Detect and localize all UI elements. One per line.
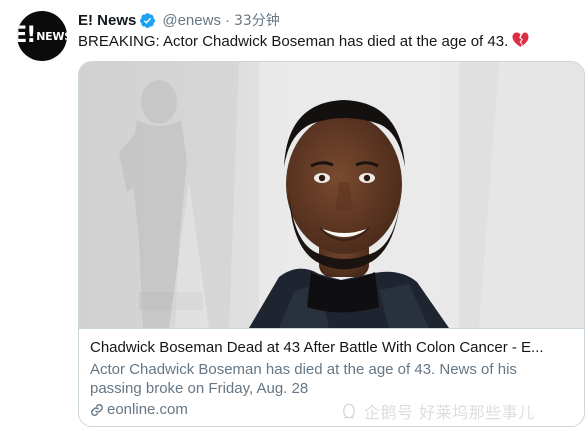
tweet-header: E! News @enews · 33分钟	[78, 10, 280, 30]
tweet-text: BREAKING: Actor Chadwick Boseman has die…	[78, 32, 529, 51]
avatar-logo-top: E!	[17, 23, 36, 48]
broken-heart-icon	[512, 32, 529, 48]
display-name[interactable]: E! News	[78, 12, 136, 29]
tweet-text-body: BREAKING: Actor Chadwick Boseman has die…	[78, 33, 509, 50]
handle[interactable]: @enews	[162, 12, 221, 29]
separator-dot: ·	[224, 11, 230, 29]
verified-badge-icon	[139, 12, 156, 29]
avatar-logo-bottom: NEWS	[36, 29, 67, 43]
timestamp[interactable]: 33分钟	[234, 10, 280, 30]
card-image[interactable]	[79, 62, 584, 328]
card-title[interactable]: Chadwick Boseman Dead at 43 After Battle…	[90, 338, 574, 358]
penguin-logo-icon	[340, 402, 358, 420]
tweet[interactable]: E! NEWS E! News @enews · 33分钟 BREAKING: …	[0, 0, 587, 429]
avatar[interactable]: E! NEWS	[17, 11, 67, 61]
watermark-text: 企鹅号 好莱坞那些事儿	[364, 403, 535, 422]
link-card[interactable]: Chadwick Boseman Dead at 43 After Battle…	[78, 61, 585, 427]
link-icon	[90, 403, 104, 417]
card-domain-text[interactable]: eonline.com	[107, 400, 188, 419]
card-description: Actor Chadwick Boseman has died at the a…	[90, 361, 517, 397]
watermark: 企鹅号 好莱坞那些事儿	[340, 400, 535, 422]
